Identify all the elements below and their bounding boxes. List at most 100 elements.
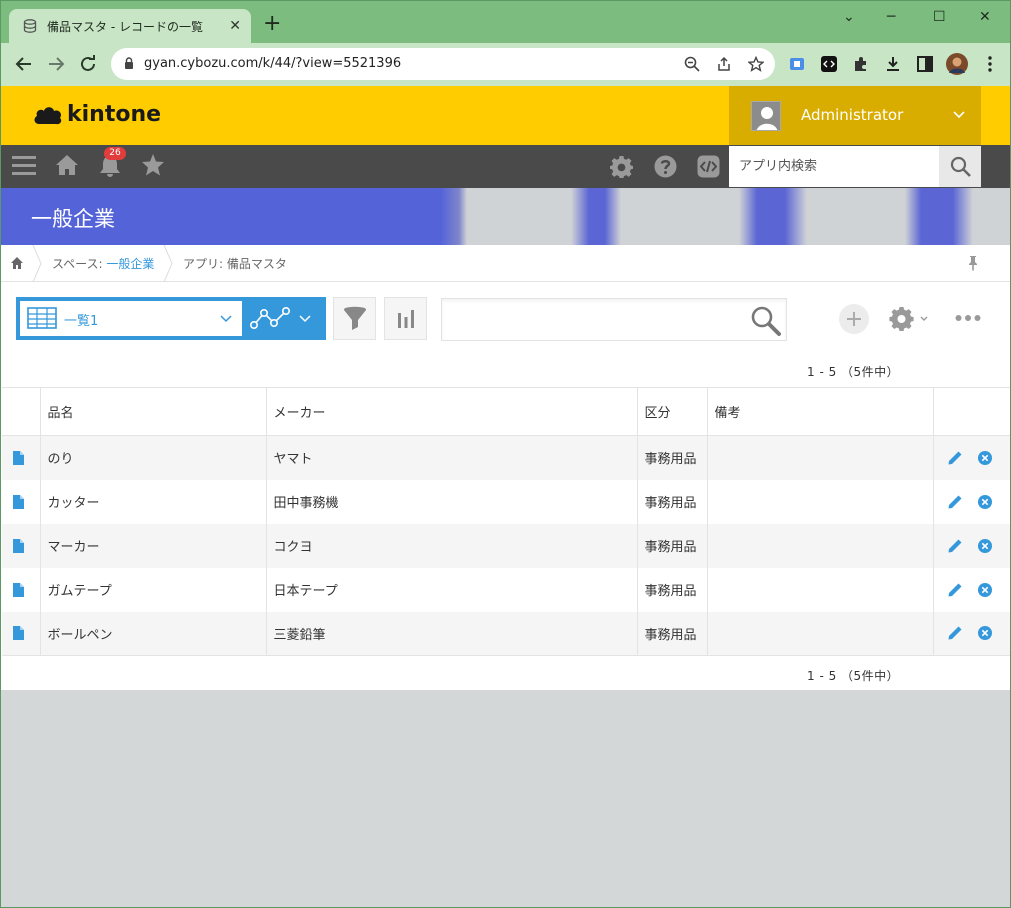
cell-category: 事務用品 — [637, 611, 708, 656]
record-detail-link[interactable] — [2, 523, 41, 568]
filter-button[interactable] — [333, 297, 376, 340]
document-icon — [13, 582, 24, 597]
header-maker[interactable]: メーカー — [266, 387, 638, 436]
row-actions — [933, 523, 1010, 568]
table-view-icon — [27, 307, 57, 329]
record-detail-link[interactable] — [2, 479, 41, 524]
pencil-icon[interactable] — [947, 450, 963, 466]
app-search-input[interactable] — [729, 146, 939, 187]
sidepanel-icon[interactable] — [916, 55, 934, 73]
gear-icon[interactable] — [610, 155, 633, 178]
x-circle-icon[interactable] — [977, 625, 993, 641]
pin-icon[interactable] — [967, 255, 979, 271]
close-window-button[interactable]: ✕ — [979, 9, 991, 25]
star-icon[interactable] — [748, 56, 764, 72]
header-category[interactable]: 区分 — [637, 387, 708, 436]
home-icon[interactable] — [10, 256, 24, 270]
download-icon[interactable] — [884, 55, 902, 73]
search-icon — [950, 156, 971, 177]
breadcrumb-separator — [163, 245, 173, 282]
pencil-icon[interactable] — [947, 538, 963, 554]
add-record-button[interactable] — [839, 304, 869, 334]
cell-item-name: マーカー — [40, 523, 267, 568]
arrow-right-icon[interactable] — [47, 55, 65, 73]
browser-tab[interactable]: 備品マスタ - レコードの一覧 ✕ — [9, 9, 251, 43]
cell-note — [707, 435, 934, 480]
tab-close-icon[interactable]: ✕ — [229, 18, 241, 34]
x-circle-icon[interactable] — [977, 450, 993, 466]
document-icon — [13, 450, 24, 465]
cell-category: 事務用品 — [637, 435, 708, 480]
user-name: Administrator — [801, 106, 904, 124]
cell-item-name: カッター — [40, 479, 267, 524]
table-row: ボールペン 三菱鉛筆 事務用品 — [2, 611, 1010, 656]
reload-icon[interactable] — [79, 55, 97, 73]
view-selector: 一覧1 — [16, 297, 326, 340]
magnifier-icon[interactable] — [750, 305, 782, 337]
record-detail-link[interactable] — [2, 567, 41, 612]
breadcrumb-space-link[interactable]: 一般企業 — [106, 257, 154, 271]
home-icon[interactable] — [55, 154, 79, 176]
ellipsis-icon[interactable] — [955, 314, 981, 322]
record-detail-link[interactable] — [2, 611, 41, 656]
table-row: マーカー コクヨ 事務用品 — [2, 523, 1010, 568]
space-banner: 一般企業 — [1, 188, 1010, 245]
graph-icon[interactable] — [250, 307, 290, 331]
question-icon[interactable] — [654, 155, 677, 178]
x-circle-icon[interactable] — [977, 494, 993, 510]
extension-blue-icon[interactable] — [788, 55, 806, 73]
pencil-icon[interactable] — [947, 582, 963, 598]
minimize-button[interactable]: ─ — [887, 9, 895, 25]
new-tab-button[interactable]: + — [263, 13, 281, 35]
cell-category: 事務用品 — [637, 479, 708, 524]
logo-text: kintone — [67, 102, 162, 127]
zoom-icon[interactable] — [684, 56, 700, 72]
record-search — [441, 298, 787, 341]
record-search-input[interactable] — [442, 299, 742, 340]
maximize-button[interactable]: ☐ — [933, 9, 946, 25]
breadcrumb: スペース: 一般企業 アプリ: 備品マスタ — [1, 245, 1010, 282]
puzzle-icon[interactable] — [852, 55, 870, 73]
hamburger-icon[interactable] — [12, 155, 36, 177]
star-icon[interactable] — [141, 154, 165, 176]
header-item-name[interactable]: 品名 — [40, 387, 267, 436]
document-icon — [13, 538, 24, 553]
code-icon[interactable] — [697, 155, 720, 178]
record-detail-link[interactable] — [2, 435, 41, 480]
pencil-icon[interactable] — [947, 494, 963, 510]
breadcrumb-app: アプリ: 備品マスタ — [183, 255, 287, 272]
header-note[interactable]: 備考 — [707, 387, 934, 436]
chart-button[interactable] — [384, 297, 427, 340]
browser-menu-icon[interactable] — [981, 55, 999, 73]
row-actions — [933, 435, 1010, 480]
kintone-header: kintone Administrator — [1, 86, 1010, 145]
profile-avatar[interactable] — [946, 53, 968, 75]
pencil-icon[interactable] — [947, 625, 963, 641]
cell-category: 事務用品 — [637, 523, 708, 568]
kintone-logo[interactable]: kintone — [33, 102, 161, 127]
user-menu[interactable]: Administrator — [729, 86, 981, 145]
app-search-button[interactable] — [939, 146, 981, 187]
chevron-down-icon[interactable] — [299, 314, 311, 324]
x-circle-icon[interactable] — [977, 538, 993, 554]
space-title: 一般企業 — [31, 207, 115, 231]
share-icon[interactable] — [716, 56, 732, 72]
tab-title: 備品マスタ - レコードの一覧 — [47, 19, 203, 34]
cell-item-name: のり — [40, 435, 267, 480]
record-list-panel: 一覧1 1 - 5 （5件中） 品名 メーカー 区分 備考 のり ヤマト 事務用… — [1, 282, 1010, 690]
breadcrumb-separator — [32, 245, 42, 282]
cell-note — [707, 611, 934, 656]
code-extension-icon[interactable] — [820, 55, 838, 73]
database-icon — [23, 19, 37, 33]
record-count-bottom: 1 - 5 （5件中） — [807, 669, 900, 683]
arrow-left-icon[interactable] — [15, 55, 33, 73]
view-dropdown[interactable]: 一覧1 — [20, 301, 242, 336]
tab-search-icon[interactable]: ⌄ — [843, 9, 855, 25]
address-bar[interactable]: gyan.cybozu.com/k/44/?view=5521396 — [111, 48, 775, 80]
record-table: 品名 メーカー 区分 備考 のり ヤマト 事務用品 カッター 田中事務機 事務用… — [2, 387, 1010, 656]
app-settings-button[interactable] — [889, 306, 933, 332]
view-name: 一覧1 — [64, 314, 99, 329]
x-circle-icon[interactable] — [977, 582, 993, 598]
cell-note — [707, 479, 934, 524]
breadcrumb-app-prefix: アプリ: — [183, 257, 227, 271]
